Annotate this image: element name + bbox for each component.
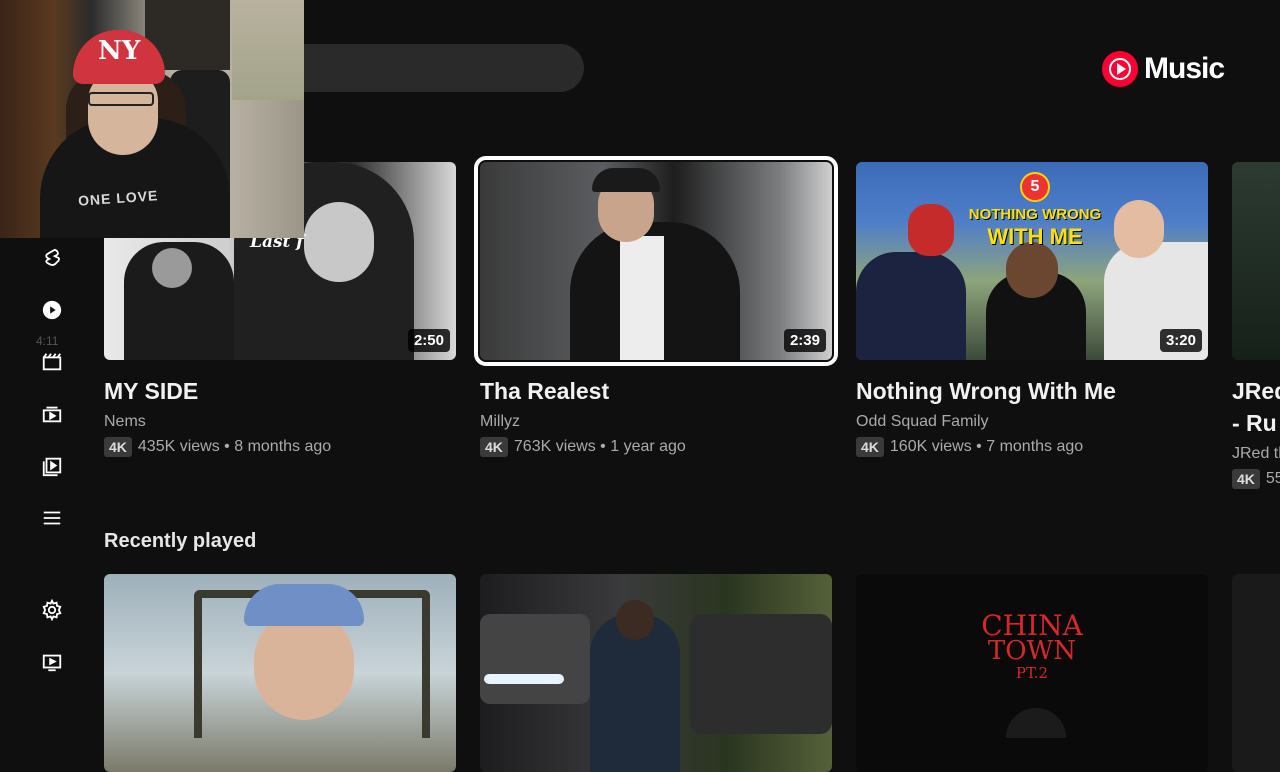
thumb-car xyxy=(480,614,590,704)
video-thumbnail[interactable]: 5 NOTHING WRONG WITH ME 3:20 xyxy=(856,162,1208,360)
music-logo-icon xyxy=(1102,51,1138,87)
search-bar[interactable] xyxy=(280,44,584,92)
webcam-cap-logo: NY xyxy=(98,36,141,66)
video-title-line2: - Ru xyxy=(1232,410,1277,436)
thumb-bandana xyxy=(908,204,954,256)
webcam-glasses xyxy=(88,92,154,106)
video-title[interactable]: Tha Realest xyxy=(480,378,609,405)
webcam-background xyxy=(232,0,304,100)
channel-name: Nems xyxy=(104,413,146,430)
youtube-music-logo: Music xyxy=(1102,50,1225,88)
thumb-figure-head xyxy=(152,248,192,288)
thumb-figure xyxy=(856,252,966,360)
thumb-art-line2: WITH ME xyxy=(987,224,1083,249)
duration-badge: 2:50 xyxy=(407,329,450,352)
channel-name: Odd Squad Family xyxy=(856,413,989,430)
duration-badge: 3:20 xyxy=(1159,329,1202,352)
video-meta: 4K 55 xyxy=(1232,469,1280,489)
thumb-art-badge: 5 xyxy=(1020,172,1050,202)
view-count: 435K views • 8 months ago xyxy=(137,438,332,455)
shorts-icon[interactable] xyxy=(40,246,64,270)
channel-name: Millyz xyxy=(480,413,520,430)
playlist-icon[interactable] xyxy=(40,454,64,478)
cast-icon[interactable] xyxy=(40,650,64,674)
quality-badge: 4K xyxy=(856,437,884,457)
video-thumbnail[interactable] xyxy=(1232,162,1280,360)
thumb-cap xyxy=(244,584,364,626)
thumb-figure-head xyxy=(616,600,654,640)
logo-text: Music xyxy=(1144,52,1225,85)
view-count: 763K views • 1 year ago xyxy=(513,438,686,455)
video-thumbnail[interactable] xyxy=(1232,574,1280,772)
video-thumbnail[interactable] xyxy=(104,574,456,772)
video-thumbnail[interactable]: CHINA TOWN PT.2 xyxy=(856,574,1208,772)
library-icon[interactable] xyxy=(40,402,64,426)
video-title[interactable]: JRed xyxy=(1232,378,1280,405)
thumb-figure-head xyxy=(304,202,374,282)
thumb-figure-head xyxy=(1114,200,1164,258)
video-meta: 4K 435K views • 8 months ago xyxy=(104,437,331,457)
subscriptions-icon[interactable] xyxy=(40,298,64,322)
view-count: 55 xyxy=(1265,470,1280,487)
thumb-figure-head xyxy=(1006,708,1066,738)
thumb-figure-head xyxy=(254,610,354,720)
view-count: 160K views • 7 months ago xyxy=(889,438,1084,455)
quality-badge: 4K xyxy=(1232,469,1260,489)
movies-icon[interactable] xyxy=(40,350,64,374)
menu-icon[interactable] xyxy=(40,506,64,530)
thumb-art-line3: PT.2 xyxy=(1015,664,1049,682)
focus-highlight xyxy=(474,156,838,366)
video-thumbnail[interactable] xyxy=(480,574,832,772)
quality-badge: 4K xyxy=(480,437,508,457)
section-title-recently-played: Recently played xyxy=(104,530,257,552)
sidebar-timestamp: 4:11 xyxy=(36,334,59,348)
settings-icon[interactable] xyxy=(40,598,64,622)
thumb-headlight xyxy=(484,674,564,684)
thumb-art-line1: NOTHING WRONG xyxy=(968,206,1102,223)
video-meta: 4K 763K views • 1 year ago xyxy=(480,437,686,457)
thumb-art-line2: TOWN xyxy=(987,636,1077,666)
thumb-car xyxy=(690,614,832,734)
thumb-figure-head xyxy=(1006,242,1058,298)
video-title[interactable]: Nothing Wrong With Me xyxy=(856,378,1116,405)
quality-badge: 4K xyxy=(104,437,132,457)
video-title[interactable]: MY SIDE xyxy=(104,378,198,405)
webcam-overlay: ONE LOVE NY xyxy=(0,0,304,238)
channel-name: JRed th xyxy=(1232,445,1280,462)
video-meta: 4K 160K views • 7 months ago xyxy=(856,437,1083,457)
